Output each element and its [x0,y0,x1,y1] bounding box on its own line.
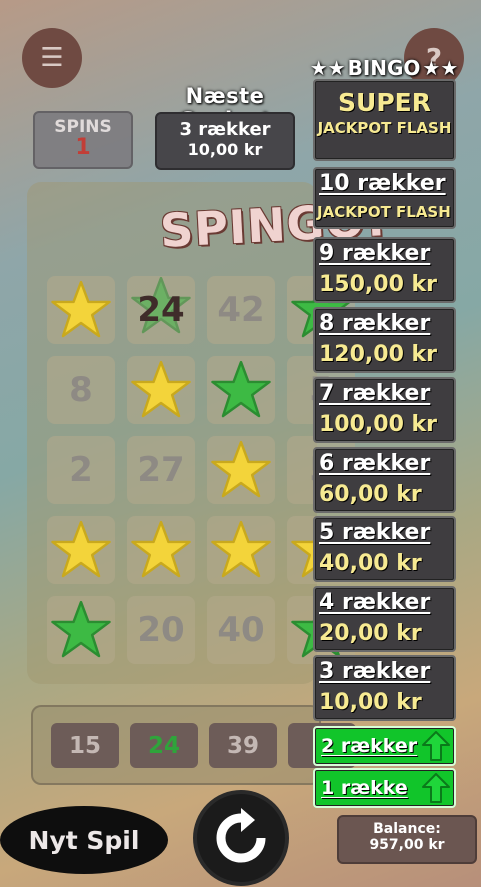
grid-cell-number: 27 [127,436,195,504]
grid-cell-value: 40 [217,610,265,650]
paytable-row: 7 rækker 100,00 kr [313,377,456,443]
spins-value: 1 [75,135,91,160]
grid-cell-star [207,516,275,584]
paytable-prize: 120,00 kr [319,342,438,367]
paytable-rows: 10 rækker [319,171,446,196]
grid-cell-number: 8 [47,356,115,424]
grid-cell-star [47,516,115,584]
paytable-row: 3 rækker 10,00 kr [313,655,456,721]
star-icon: ★★ [422,56,459,80]
star-icon [51,520,111,578]
paytable-rows: 4 rækker [319,590,431,615]
paytable-row: 5 rækker 40,00 kr [313,516,456,582]
grid-cell-value: 20 [137,610,185,650]
paytable-rows: 3 rækker [319,659,431,684]
balance-box: Balance: 957,00 kr [337,815,477,864]
menu-button[interactable]: ☰ [22,28,82,88]
drawn-number: 24 [130,723,198,768]
paytable-title-text: BINGO [347,56,421,80]
refresh-icon [216,808,266,863]
grid-cell-star [47,276,115,344]
paytable-row: 4 rækker 20,00 kr [313,586,456,652]
paytable-row-achieved: 2 rækker [313,726,456,766]
paytable-rows: 9 rækker [319,241,431,266]
star-icon [211,520,271,578]
grid-cell-number: 40 [207,596,275,664]
paytable-prize: 100,00 kr [319,412,438,437]
paytable-row: 9 rækker 150,00 kr [313,237,456,303]
paytable-prize: JACKPOT FLASH [317,203,451,221]
hamburger-menu-icon: ☰ [40,43,64,73]
grid-cell-star [207,356,275,424]
grid-cell-value: 27 [137,450,185,490]
paytable-row: 10 rækker JACKPOT FLASH [313,167,456,229]
paytable-rows: 2 rækker [321,735,418,757]
grid-cell-number: 20 [127,596,195,664]
grid-cell-star [207,436,275,504]
balance-value: 957,00 kr [369,837,445,853]
spins-counter: SPINS 1 [33,111,133,169]
spin-button[interactable] [193,790,289,886]
drawn-number: 15 [51,723,119,768]
paytable-prize: 20,00 kr [319,621,422,646]
star-icon [51,600,111,658]
spins-label: SPINS [54,117,112,137]
grid-cell-value: 24 [137,290,185,330]
super-jackpot-label: JACKPOT FLASH [317,119,452,137]
balance-label: Balance: [373,821,441,837]
drawn-number: 39 [209,723,277,768]
grid-cell-value: 2 [69,450,93,490]
arrow-up-icon [422,731,450,761]
paytable-prize: 40,00 kr [319,551,422,576]
paytable-title: ★★ BINGO ★★ [309,55,459,81]
paytable-rows: 1 række [321,777,408,799]
paytable-rows: 7 rækker [319,381,431,406]
paytable-prize: 60,00 kr [319,482,422,507]
grid-cell-number: 2 [47,436,115,504]
paytable-rows: 5 rækker [319,520,431,545]
grid-cell-number: 24 [127,276,195,344]
grid-cell-number: 42 [207,276,275,344]
grid-cell-value: 8 [69,370,93,410]
paytable-rows: 6 rækker [319,451,431,476]
grid-cell-star [127,356,195,424]
grid-cell-star [47,596,115,664]
paytable-row-achieved: 1 række [313,768,456,808]
grid-cell-value: 42 [217,290,265,330]
arrow-up-icon [422,773,450,803]
paytable-prize: 10,00 kr [319,690,422,715]
paytable-super-jackpot: SUPER JACKPOT FLASH [313,79,456,161]
super-label: SUPER [338,88,431,117]
star-icon: ★★ [309,56,346,80]
next-win-amount: 10,00 kr [187,140,263,159]
star-icon [211,440,271,498]
star-icon [211,360,271,418]
star-icon [131,360,191,418]
new-game-button[interactable]: Nyt Spil [0,806,168,874]
paytable-rows: 8 rækker [319,311,431,336]
paytable-row: 8 rækker 120,00 kr [313,307,456,373]
paytable-prize: 150,00 kr [319,272,438,297]
star-icon [131,520,191,578]
star-icon [51,280,111,338]
next-win-box: 3 rækker 10,00 kr [155,112,295,170]
grid-cell-star [127,516,195,584]
paytable-row: 6 rækker 60,00 kr [313,447,456,513]
next-win-rows: 3 rækker [179,119,271,140]
